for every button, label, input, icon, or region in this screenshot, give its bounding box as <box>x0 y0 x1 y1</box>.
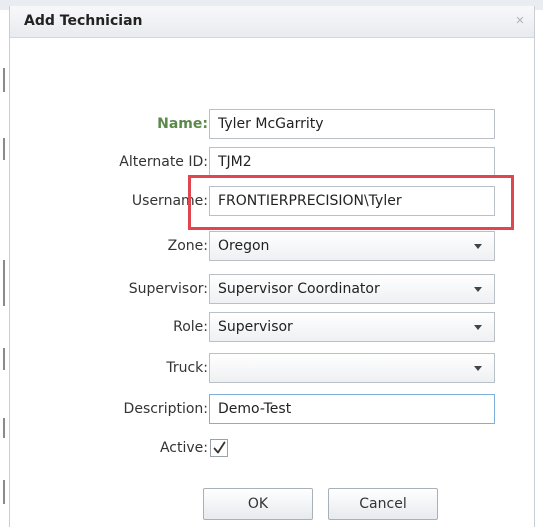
name-input[interactable] <box>209 109 495 139</box>
active-label: Active: <box>159 440 208 456</box>
active-row: Active: <box>10 437 534 469</box>
zone-label: Zone: <box>167 238 208 254</box>
background-app-right-edge <box>534 10 543 527</box>
chevron-down-icon <box>474 366 482 371</box>
zone-row: Zone: Oregon <box>10 231 534 263</box>
alternate-id-row: Alternate ID: <box>10 147 534 179</box>
zone-selected-value: Oregon <box>218 238 270 254</box>
role-row: Role: Supervisor <box>10 312 534 344</box>
role-label: Role: <box>173 319 208 335</box>
dialog-titlebar: Add Technician ✕ <box>10 6 534 38</box>
chevron-down-icon <box>474 244 482 249</box>
chevron-down-icon <box>474 287 482 292</box>
truck-row: Truck: <box>10 353 534 385</box>
cancel-button[interactable]: Cancel <box>328 488 438 520</box>
checkmark-icon <box>213 441 226 454</box>
username-input[interactable] <box>209 186 495 216</box>
zone-select[interactable]: Oregon <box>209 231 495 261</box>
supervisor-label: Supervisor: <box>128 281 208 297</box>
supervisor-selected-value: Supervisor Coordinator <box>218 281 380 297</box>
alternate-id-input[interactable] <box>209 147 495 177</box>
close-icon[interactable]: ✕ <box>514 15 526 27</box>
name-label: Name: <box>157 116 208 132</box>
background-app-left-edge <box>0 10 9 527</box>
truck-select[interactable] <box>209 353 495 383</box>
ok-button[interactable]: OK <box>203 488 313 520</box>
dialog-title: Add Technician <box>24 13 143 29</box>
role-select[interactable]: Supervisor <box>209 312 495 342</box>
active-checkbox[interactable] <box>210 439 228 457</box>
role-selected-value: Supervisor <box>218 319 293 335</box>
name-row: Name: <box>10 109 534 141</box>
description-label: Description: <box>123 401 208 417</box>
alternate-id-label: Alternate ID: <box>119 154 208 170</box>
truck-label: Truck: <box>166 360 208 376</box>
username-row: Username: <box>10 186 534 218</box>
supervisor-row: Supervisor: Supervisor Coordinator <box>10 274 534 306</box>
add-technician-dialog: Add Technician ✕ Name: Alternate ID: Use… <box>9 6 535 527</box>
username-label: Username: <box>131 193 208 209</box>
description-input[interactable] <box>209 394 495 424</box>
supervisor-select[interactable]: Supervisor Coordinator <box>209 274 495 304</box>
chevron-down-icon <box>474 325 482 330</box>
screen: Add Technician ✕ Name: Alternate ID: Use… <box>0 0 543 527</box>
description-row: Description: <box>10 394 534 426</box>
